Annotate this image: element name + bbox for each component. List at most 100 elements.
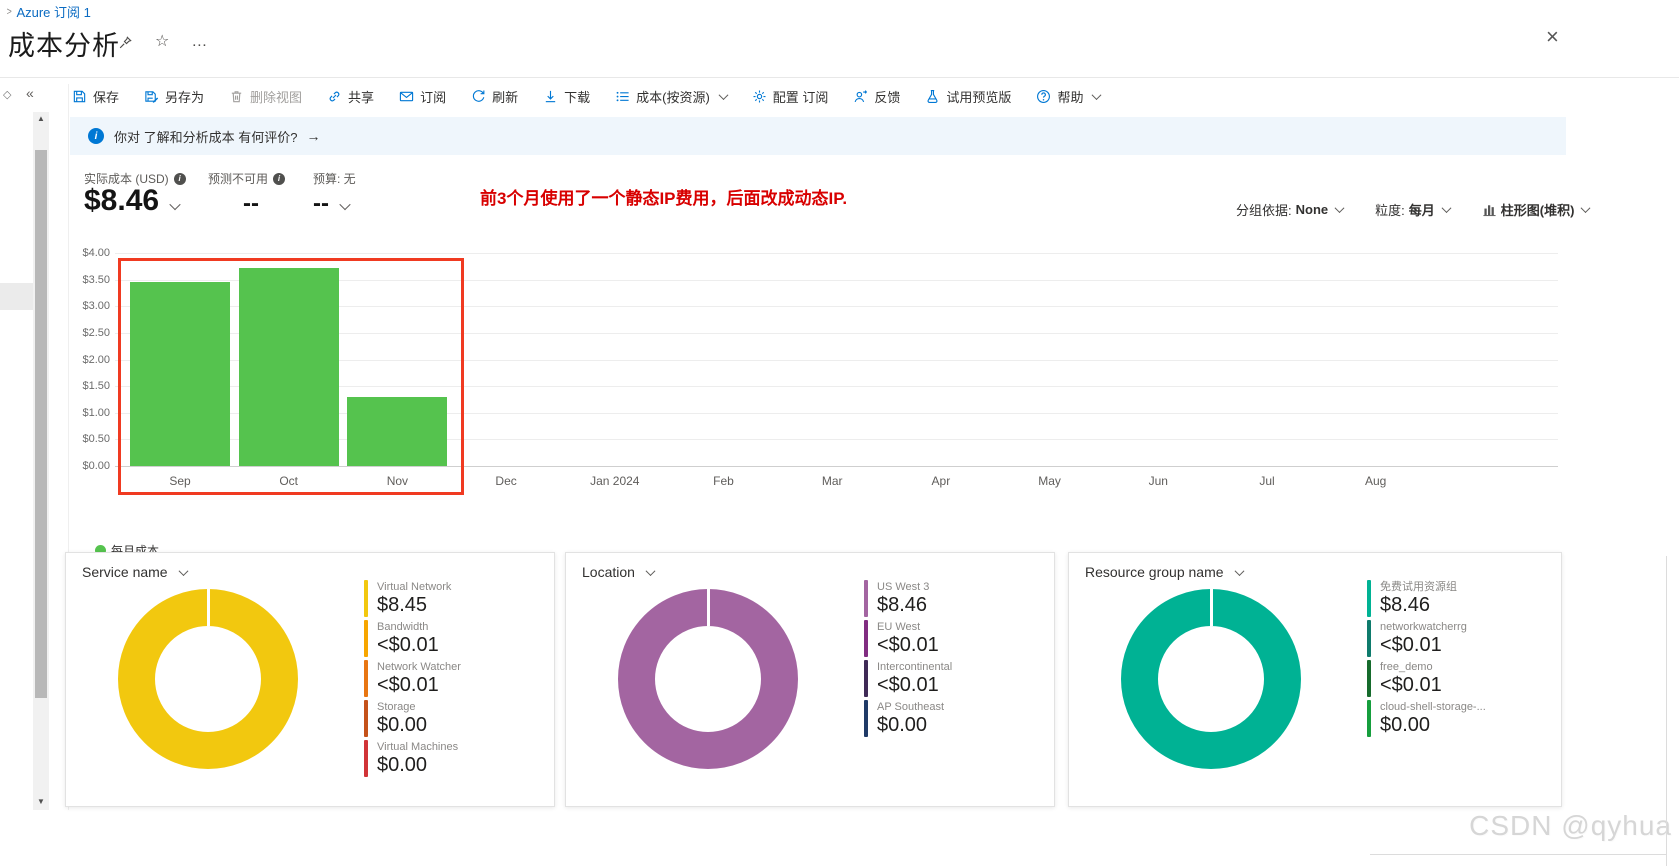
legend-item-label: cloud-shell-storage-... — [1380, 700, 1486, 714]
location-card: Location US West 3$8.46EU West<$0.01Inte… — [565, 552, 1055, 807]
legend-marker — [364, 740, 368, 777]
collapse-sidebar-icon[interactable]: « — [26, 85, 34, 101]
toolbar-refresh-button[interactable]: 刷新 — [471, 87, 518, 106]
close-icon[interactable]: × — [1546, 24, 1559, 50]
toolbar-help-button[interactable]: 帮助 — [1036, 87, 1100, 106]
legend-marker — [364, 700, 368, 737]
chevron-down-icon — [1092, 90, 1102, 100]
scroll-up-icon[interactable]: ▲ — [37, 114, 45, 123]
more-options-icon[interactable]: … — [191, 34, 207, 50]
legend-item-value: <$0.01 — [1380, 674, 1442, 697]
forecast-label: 预测不可用 — [208, 170, 268, 187]
y-axis: $0.00$0.50$1.00$1.50$2.00$2.50$3.00$3.50… — [70, 253, 110, 466]
breadcrumb-chevron-icon: > — [7, 6, 12, 18]
legend-item-value: <$0.01 — [377, 674, 461, 697]
annotation-text: 前3个月使用了一个静态IP费用，后面改成动态IP. — [480, 184, 847, 209]
column-chart-icon — [1482, 202, 1497, 217]
legend-marker — [1367, 580, 1371, 617]
legend-item: 免费试用资源组$8.46 — [1367, 580, 1486, 617]
donut-chart — [118, 589, 298, 769]
budget-label: 预算: 无 — [313, 170, 356, 187]
refresh-icon — [471, 89, 486, 104]
gridline — [115, 253, 1558, 254]
toolbar-try-preview-button[interactable]: 试用预览版 — [925, 87, 1011, 106]
legend-marker — [1367, 660, 1371, 697]
forecast-value: -- — [243, 190, 259, 218]
chevron-down-icon — [1335, 203, 1345, 213]
toolbar-item-label: 成本(按资源) — [636, 87, 710, 106]
granularity-dropdown[interactable]: 粒度: 每月 — [1375, 200, 1450, 219]
legend-item-label: Intercontinental — [877, 660, 952, 674]
donut-chart — [1121, 589, 1301, 769]
pin-icon[interactable] — [118, 35, 133, 50]
legend-item: Virtual Network$8.45 — [364, 580, 461, 617]
chevron-down-icon — [718, 90, 728, 100]
legend-item-value: $0.00 — [377, 754, 458, 777]
budget-value: -- — [313, 190, 329, 218]
legend-item-value: $8.46 — [877, 594, 929, 617]
trash-icon — [229, 89, 244, 104]
legend-item-label: Network Watcher — [377, 660, 461, 674]
panel-bottom-border — [1370, 854, 1667, 855]
feedback-banner[interactable]: i 你对 了解和分析成本 有何评价? → — [70, 117, 1566, 155]
card-legend: Virtual Network$8.45Bandwidth<$0.01Netwo… — [364, 580, 461, 780]
rail-highlight — [0, 283, 33, 310]
toolbar-feedback-button[interactable]: 反馈 — [853, 87, 900, 106]
cost-analysis-page: > Azure 订阅 1 成本分析 ☆ … × ◇ « ▲ ▼ 保存另存为删除视… — [0, 0, 1679, 866]
toolbar-save-button[interactable]: 保存 — [72, 87, 119, 106]
legend-item: Virtual Machines$0.00 — [364, 740, 461, 777]
card-dimension-dropdown[interactable]: Location — [582, 564, 654, 580]
legend-item-value: $0.00 — [377, 714, 427, 737]
toolbar-save-as-button[interactable]: 另存为 — [144, 87, 204, 106]
donut-notch — [1210, 589, 1213, 626]
x-tick-label: Aug — [1322, 474, 1430, 488]
info-icon: i — [273, 173, 285, 185]
card-dimension-dropdown[interactable]: Service name — [82, 564, 187, 580]
gear-icon — [752, 89, 767, 104]
toolbar-configure-button[interactable]: 配置 订阅 — [752, 87, 829, 106]
x-tick-label: Mar — [778, 474, 886, 488]
y-tick-label: $1.00 — [82, 407, 110, 419]
toolbar-download-button[interactable]: 下载 — [543, 87, 590, 106]
legend-marker — [364, 620, 368, 657]
legend-item-label: Storage — [377, 700, 427, 714]
legend-item-value: <$0.01 — [877, 674, 952, 697]
legend-marker — [864, 660, 868, 697]
legend-item: networkwatcherrg<$0.01 — [1367, 620, 1486, 657]
chevron-down-icon — [645, 566, 655, 576]
toolbar-subscribe-button[interactable]: 订阅 — [399, 87, 446, 106]
toolbar-share-button[interactable]: 共享 — [327, 87, 374, 106]
scrollbar-thumb[interactable] — [35, 150, 47, 698]
group-by-dropdown[interactable]: 分组依据: None — [1236, 200, 1343, 219]
legend-item-label: free_demo — [1380, 660, 1442, 674]
toolbar: 保存另存为删除视图共享订阅刷新下载成本(按资源)配置 订阅反馈试用预览版帮助 — [72, 83, 1100, 109]
toolbar-item-label: 帮助 — [1057, 87, 1083, 106]
legend-item-value: <$0.01 — [877, 634, 939, 657]
x-tick-label: Feb — [670, 474, 778, 488]
favorite-star-icon[interactable]: ☆ — [155, 34, 169, 50]
flask-icon — [925, 89, 940, 104]
save-as-icon — [144, 89, 159, 104]
chevron-down-icon — [1234, 566, 1244, 576]
legend-item-value: <$0.01 — [1380, 634, 1467, 657]
chevron-down-icon[interactable] — [169, 199, 180, 210]
donut-notch — [707, 589, 710, 626]
scroll-down-icon[interactable]: ▼ — [37, 797, 45, 806]
legend-item-value: $0.00 — [877, 714, 944, 737]
dock-icon[interactable]: ◇ — [3, 88, 11, 101]
breadcrumb-subscription-link[interactable]: Azure 订阅 1 — [16, 2, 90, 21]
card-legend: US West 3$8.46EU West<$0.01Intercontinen… — [864, 580, 952, 740]
y-tick-label: $3.00 — [82, 300, 110, 312]
toolbar-item-label: 反馈 — [874, 87, 900, 106]
monthly-cost-bar-chart: $0.00$0.50$1.00$1.50$2.00$2.50$3.00$3.50… — [70, 245, 1570, 575]
legend-item-label: networkwatcherrg — [1380, 620, 1467, 634]
group-by-value: None — [1296, 202, 1329, 217]
chart-type-dropdown[interactable]: 柱形图(堆积) — [1482, 200, 1590, 219]
chevron-down-icon[interactable] — [339, 199, 350, 210]
arrow-right-icon[interactable]: → — [306, 128, 320, 144]
legend-marker — [1367, 620, 1371, 657]
y-tick-label: $1.50 — [82, 380, 110, 392]
card-dimension-dropdown[interactable]: Resource group name — [1085, 564, 1243, 580]
toolbar-cost-by-resource-button[interactable]: 成本(按资源) — [615, 87, 727, 106]
x-tick-label: Jul — [1213, 474, 1321, 488]
